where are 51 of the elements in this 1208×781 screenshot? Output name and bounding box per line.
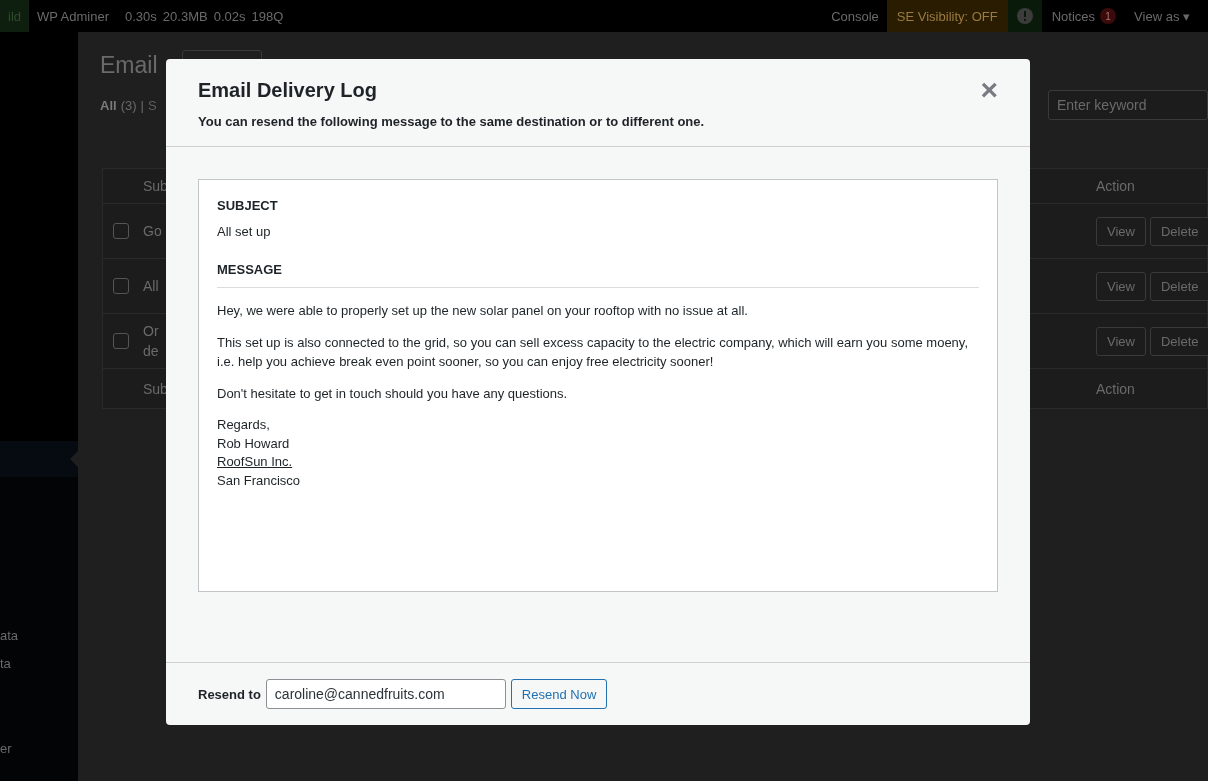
message-label: MESSAGE (217, 262, 283, 277)
filter-link[interactable]: S (147, 97, 157, 113)
dialog-title: Email Delivery Log (198, 79, 377, 102)
delete-button[interactable]: Delete (1149, 326, 1208, 356)
resend-button[interactable]: Resend Now (510, 679, 608, 709)
resend-label: Resend to (198, 686, 261, 702)
row-checkbox[interactable] (113, 223, 129, 239)
sidebar-item[interactable]: ta (0, 656, 11, 671)
message-paragraph: This set up is also connected to the grid, so you can sell excess capacity to the electric company, which will earn you some moeny, i.e. help you achieve break even point sooner, so you can enjoy free electricity sooner! (217, 334, 969, 371)
subject-text: de (143, 343, 159, 359)
sidebar-item[interactable]: er (0, 741, 12, 756)
view-as-menu[interactable]: View as ▾ (1126, 0, 1208, 32)
close-button[interactable]: × (980, 75, 998, 105)
view-button[interactable]: View (1096, 326, 1146, 356)
signature-line: Regards, (217, 417, 270, 432)
filter-separator: | (140, 97, 144, 113)
sidebar-item[interactable]: ata (0, 628, 19, 643)
subject-text: Or (143, 323, 159, 339)
row-checkbox[interactable] (113, 333, 129, 349)
dialog-subtitle: You can resend the following message to the same destination or to different one. (198, 114, 706, 129)
message-paragraph: Don't hesitate to get in touch should you have any questions. (217, 385, 569, 403)
column-footer: Action (1096, 380, 1135, 397)
subject-text: All (143, 278, 159, 294)
message-paragraph: Hey, we were able to properly set up the new solar panel on your rooftop with no issue at all. (217, 302, 749, 320)
subject-text: Go (143, 223, 162, 239)
row-checkbox[interactable] (113, 278, 129, 294)
se-visibility-menu[interactable]: SE Visibility: OFF (886, 0, 1008, 32)
view-button[interactable]: View (1096, 271, 1146, 301)
debug-stat: 0.30s (125, 8, 157, 24)
email-field[interactable]: caroline@cannedfruits.com (265, 679, 506, 709)
view-button[interactable]: View (1096, 216, 1146, 246)
debug-stat: 0.02s (213, 8, 246, 24)
signature-line: Rob Howard (217, 435, 290, 451)
search-field[interactable]: Enter keyword (1048, 90, 1208, 120)
debug-stat: 198Q (251, 8, 284, 24)
filter-link[interactable]: All (100, 97, 117, 113)
filter-count: (3) (120, 97, 137, 113)
page-title: Email (100, 51, 158, 79)
subject-label: SUBJECT (217, 198, 279, 213)
alert-icon[interactable] (1015, 7, 1034, 25)
notice-count: 1 (1100, 8, 1117, 24)
subject-value: All set up (217, 224, 272, 239)
delete-button[interactable]: Delete (1149, 216, 1208, 246)
console-menu[interactable]: Console (823, 0, 887, 32)
notices-menu[interactable]: Notices (1051, 8, 1096, 24)
signature-line: San Francisco (217, 472, 301, 488)
debug-stat: 20.3MB (162, 8, 208, 24)
adminer-menu[interactable]: WP Adminer (29, 0, 118, 32)
delete-button[interactable]: Delete (1149, 271, 1208, 301)
column-header: Action (1096, 178, 1135, 194)
company-link[interactable]: RoofSun Inc. (217, 453, 293, 472)
